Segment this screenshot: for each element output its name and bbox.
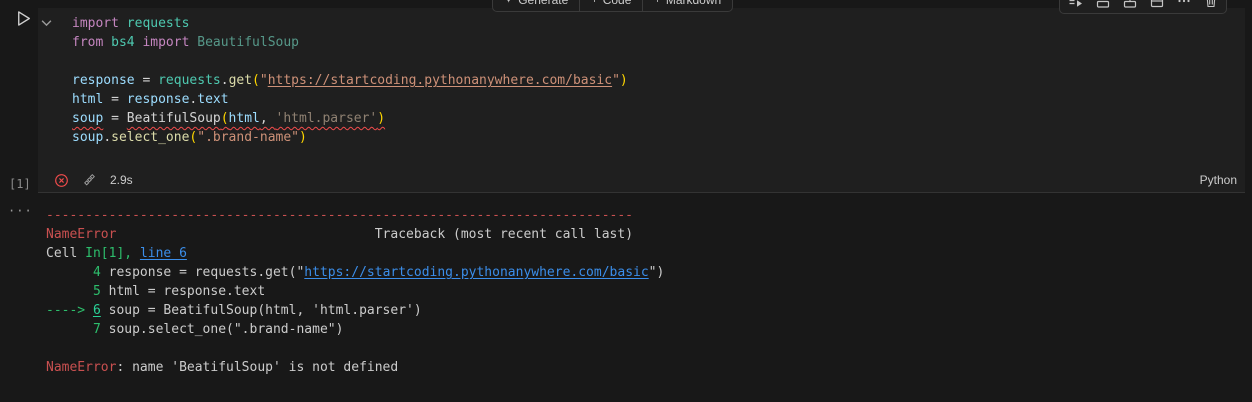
ellipsis-icon <box>1177 0 1190 3</box>
add-markdown-cell-button[interactable]: + Markdown <box>643 0 732 11</box>
plus-icon: + <box>654 0 660 6</box>
trash-icon <box>1206 0 1215 8</box>
execute-below-icon <box>1123 0 1136 8</box>
code-line: html = response.text <box>72 92 229 107</box>
code-line: from bs4 import BeautifulSoup <box>72 35 299 50</box>
run-by-line-button[interactable] <box>1062 0 1089 13</box>
cell-output: ----------------------------------------… <box>38 193 1252 402</box>
output-line: 5 html = response.text <box>92 284 266 299</box>
cell-action-toolbar <box>1059 0 1227 14</box>
code-line: import requests <box>72 16 190 31</box>
add-code-cell-button[interactable]: + Code <box>580 0 642 11</box>
notebook-page: ✦ Generate + Code + Markdown <box>0 0 1252 402</box>
delete-cell-button[interactable] <box>1197 0 1224 13</box>
execute-above-icon <box>1096 0 1109 8</box>
more-actions-button[interactable] <box>1170 0 1197 13</box>
execute-cell-and-below-button[interactable] <box>1116 0 1143 13</box>
code-label: Code <box>603 0 632 7</box>
sparkle-icon: ✦ <box>504 0 514 6</box>
split-cell-button[interactable] <box>1143 0 1170 13</box>
notebook-insert-toolbar: ✦ Generate + Code + Markdown <box>492 0 734 12</box>
code-editor[interactable]: import requests from bs4 import Beautiful… <box>38 8 1245 168</box>
code-line: soup = BeatifulSoup(html, 'html.parser') <box>72 111 386 126</box>
output-line: ----------------------------------------… <box>46 208 633 223</box>
code-lines: import requests from bs4 import Beautiful… <box>72 14 1245 147</box>
kernel-icon <box>84 173 95 185</box>
code-line: soup.select_one(".brand-name") <box>72 130 307 145</box>
output-line: NameError: name 'BeatifulSoup' is not de… <box>46 360 399 375</box>
output-line: ----> 6 soup = BeatifulSoup(html, 'html.… <box>46 303 422 318</box>
code-line: response = requests.get("https://startco… <box>72 73 628 88</box>
output-more-actions-icon[interactable]: ··· <box>8 204 33 218</box>
plus-icon: + <box>591 0 597 6</box>
execution-count: [1] <box>9 177 31 191</box>
output-line: 7 soup.select_one(".brand-name") <box>92 322 344 337</box>
output-lines: ----------------------------------------… <box>46 206 1252 377</box>
execution-duration: 2.9s <box>110 173 133 187</box>
code-cell: import requests from bs4 import Beautiful… <box>38 8 1245 193</box>
markdown-label: Markdown <box>666 0 721 7</box>
output-line: 4 response = requests.get("https://start… <box>92 265 665 280</box>
output-line: Cell In[1], line 6 <box>46 246 187 261</box>
split-cell-icon <box>1150 0 1163 8</box>
generate-button[interactable]: ✦ Generate <box>493 0 579 11</box>
execute-above-cells-button[interactable] <box>1089 0 1116 13</box>
generate-label: Generate <box>518 0 568 7</box>
run-by-line-icon <box>1069 0 1082 7</box>
output-line: NameError Traceback (most recent call la… <box>46 227 634 242</box>
language-picker[interactable]: Python <box>1200 173 1237 187</box>
cell-status-bar: 2.9s Python <box>38 168 1245 192</box>
error-icon <box>55 173 68 187</box>
run-cell-button[interactable] <box>14 9 34 29</box>
play-icon <box>18 11 30 26</box>
chevron-down-icon[interactable] <box>41 15 52 27</box>
